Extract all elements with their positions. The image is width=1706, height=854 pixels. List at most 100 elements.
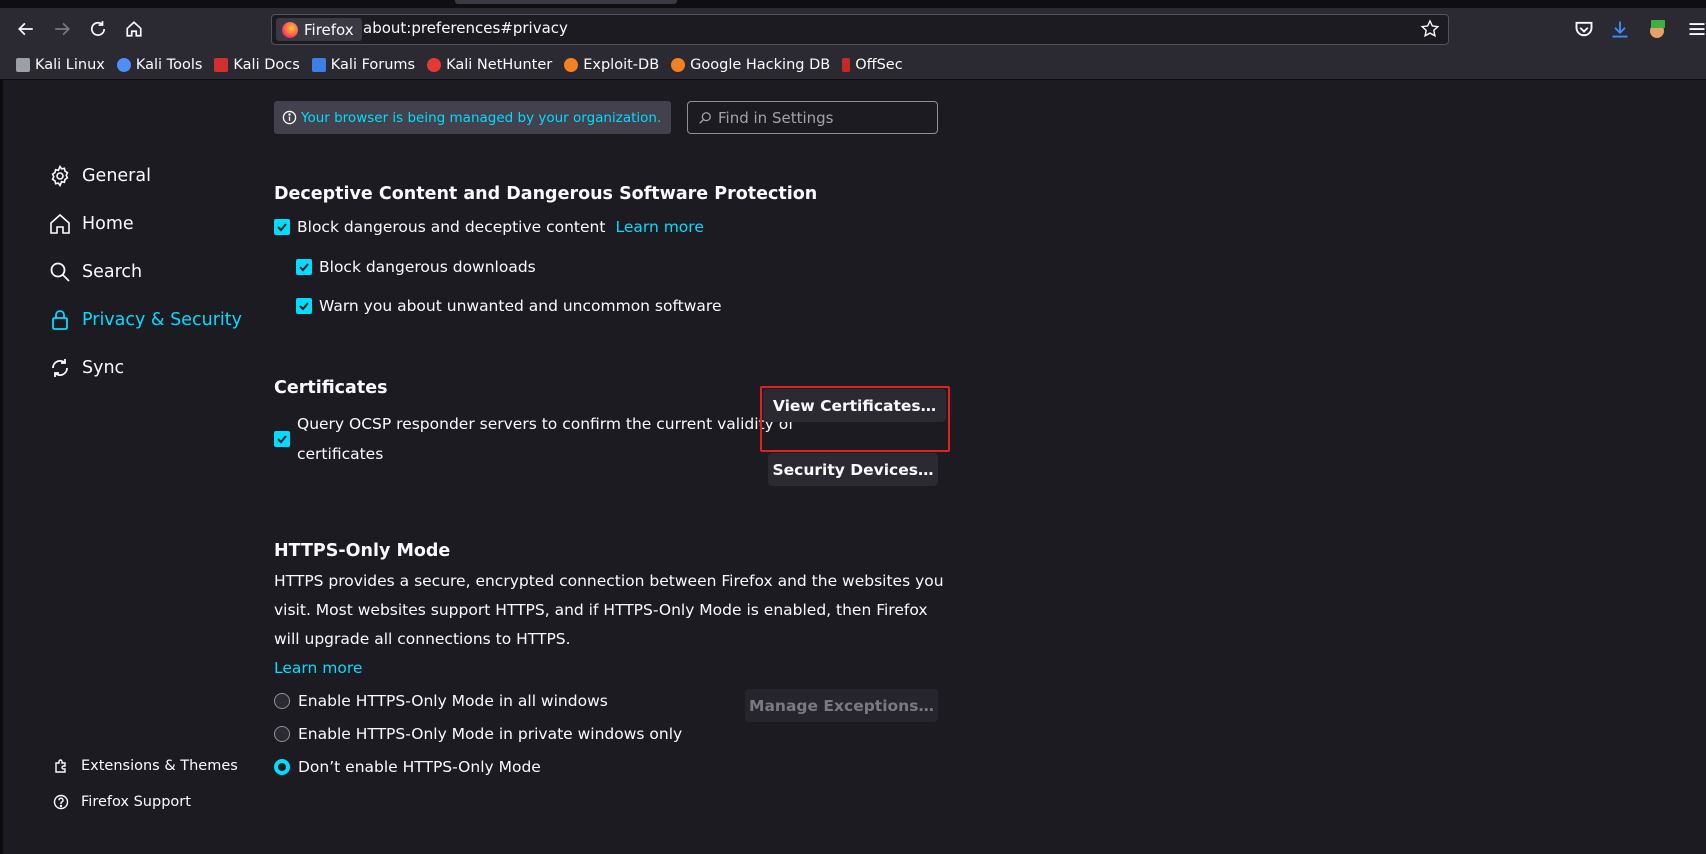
- url-bar[interactable]: Firefox about:preferences#privacy: [271, 14, 1449, 45]
- checkbox-label: Warn you about unwanted and uncommon sof…: [319, 297, 722, 315]
- bookmark-label: Kali Docs: [233, 56, 300, 73]
- warn-unwanted-software-checkbox[interactable]: Warn you about unwanted and uncommon sof…: [296, 297, 722, 315]
- bookmark-google-hacking-db[interactable]: Google Hacking DB: [671, 57, 830, 73]
- kali-forums-icon: [311, 57, 326, 72]
- bookmark-label: Google Hacking DB: [690, 56, 831, 73]
- checkbox-label: Block dangerous and deceptive content: [297, 218, 606, 236]
- dont-enable-https-only-radio[interactable]: Don’t enable HTTPS-Only Mode: [274, 758, 541, 776]
- category-privacy-security[interactable]: Privacy & Security: [48, 308, 242, 332]
- checkbox-checked-icon[interactable]: [274, 219, 290, 235]
- kali-docs-icon: [214, 57, 229, 72]
- https-only-description: HTTPS provides a secure, encrypted conne…: [274, 572, 944, 648]
- block-dangerous-downloads-checkbox[interactable]: Block dangerous downloads: [296, 258, 536, 276]
- managed-notice[interactable]: Your browser is being managed by your or…: [274, 101, 671, 134]
- search-icon: [699, 111, 711, 124]
- bookmark-kali-docs[interactable]: Kali Docs: [214, 56, 300, 73]
- bookmark-exploit-db[interactable]: Exploit-DB: [564, 57, 659, 73]
- home-icon: [50, 213, 70, 234]
- active-tab-indicator[interactable]: [455, 0, 677, 4]
- home-icon: [126, 21, 142, 37]
- managed-notice-text: Your browser is being managed by your or…: [301, 109, 662, 126]
- search-icon: [50, 262, 70, 282]
- firefox-support-label: Firefox Support: [81, 794, 191, 810]
- block-deceptive-content-checkbox[interactable]: Block dangerous and deceptive content Le…: [274, 218, 704, 236]
- extensions-themes-link[interactable]: Extensions & Themes: [53, 758, 238, 774]
- offsec-icon: [842, 57, 851, 72]
- download-icon: [1612, 21, 1628, 38]
- category-general[interactable]: General: [48, 164, 151, 188]
- forward-button[interactable]: [50, 17, 74, 41]
- bookmark-kali-tools[interactable]: Kali Tools: [116, 56, 203, 73]
- highlight-box: [760, 386, 950, 452]
- query-ocsp-checkbox[interactable]: Query OCSP responder servers to confirm …: [274, 409, 794, 469]
- radio-unselected-icon[interactable]: [274, 726, 290, 742]
- nethunter-icon: [427, 57, 442, 72]
- downloads-button[interactable]: [1610, 19, 1630, 39]
- bookmark-label: Kali Forums: [330, 56, 416, 73]
- category-label: Search: [82, 262, 143, 282]
- category-sync[interactable]: Sync: [48, 356, 124, 380]
- info-icon: [282, 110, 297, 125]
- back-arrow-icon: [18, 22, 33, 36]
- bookmark-label: Kali Tools: [135, 56, 203, 73]
- gear-icon: [51, 164, 69, 188]
- checkbox-label: Block dangerous downloads: [319, 258, 536, 276]
- deceptive-content-heading: Deceptive Content and Dangerous Software…: [274, 184, 818, 204]
- certificates-heading: Certificates: [274, 378, 388, 398]
- extension-button[interactable]: [1647, 19, 1667, 39]
- extensions-themes-label: Extensions & Themes: [81, 758, 238, 774]
- bookmark-kali-forums[interactable]: Kali Forums: [311, 56, 416, 73]
- bookmark-offsec[interactable]: OffSec: [842, 57, 903, 73]
- app-menu-button[interactable]: [1687, 19, 1706, 39]
- checkbox-checked-icon[interactable]: [296, 259, 312, 275]
- firefox-logo-icon: [282, 21, 298, 38]
- manage-exceptions-button[interactable]: Manage Exceptions…: [745, 689, 938, 722]
- reload-icon: [90, 21, 106, 36]
- tab-strip: [0, 0, 1706, 8]
- category-search[interactable]: Search: [48, 260, 142, 284]
- identity-box[interactable]: Firefox: [276, 18, 362, 41]
- pocket-button[interactable]: [1574, 19, 1594, 39]
- checkbox-checked-icon[interactable]: [274, 431, 290, 447]
- forward-arrow-icon: [55, 22, 70, 36]
- navigation-toolbar: Firefox about:preferences#privacy: [0, 8, 1706, 50]
- extension-badge-icon: [1650, 20, 1665, 38]
- kali-tools-icon: [116, 57, 131, 72]
- sync-icon: [52, 359, 68, 377]
- exploit-db-icon: [564, 57, 579, 72]
- pocket-icon: [1575, 21, 1593, 37]
- category-label: Privacy & Security: [82, 310, 242, 330]
- settings-search-input[interactable]: Find in Settings: [687, 101, 938, 134]
- bookmark-kali-nethunter[interactable]: Kali NetHunter: [427, 57, 552, 73]
- https-learn-more-link[interactable]: Learn more: [274, 659, 362, 677]
- bookmarks-toolbar: Kali Linux Kali Tools Kali Docs Kali For…: [0, 50, 1706, 80]
- security-devices-button[interactable]: Security Devices…: [768, 453, 938, 486]
- category-home[interactable]: Home: [48, 212, 134, 236]
- kali-dragon-icon: [16, 57, 30, 72]
- checkbox-checked-icon[interactable]: [296, 298, 312, 314]
- category-label: Home: [82, 214, 134, 234]
- bookmark-label: Kali NetHunter: [446, 56, 553, 73]
- url-text[interactable]: about:preferences#privacy: [363, 19, 568, 37]
- ocsp-label-line1: Query OCSP responder servers to confirm …: [297, 415, 794, 433]
- bookmark-star-icon[interactable]: [1420, 19, 1440, 39]
- ocsp-label-line2: certificates: [297, 445, 384, 463]
- radio-unselected-icon[interactable]: [274, 693, 290, 709]
- learn-more-link[interactable]: Learn more: [615, 218, 703, 236]
- radio-selected-icon[interactable]: [274, 759, 290, 775]
- reload-button[interactable]: [86, 17, 110, 41]
- identity-label: Firefox: [304, 20, 354, 39]
- https-only-all-windows-radio[interactable]: Enable HTTPS-Only Mode in all windows: [274, 692, 608, 710]
- help-icon: [53, 794, 69, 810]
- ghdb-icon: [671, 57, 686, 72]
- home-button[interactable]: [122, 17, 146, 41]
- bookmark-label: Exploit-DB: [583, 56, 660, 73]
- bookmark-kali-linux[interactable]: Kali Linux: [16, 57, 105, 73]
- back-button[interactable]: [14, 17, 38, 41]
- radio-label: Don’t enable HTTPS-Only Mode: [298, 758, 541, 776]
- radio-label: Enable HTTPS-Only Mode in all windows: [298, 692, 608, 710]
- https-only-private-windows-radio[interactable]: Enable HTTPS-Only Mode in private window…: [274, 725, 682, 743]
- bookmark-label: Kali Linux: [35, 56, 105, 73]
- firefox-support-link[interactable]: Firefox Support: [53, 794, 191, 810]
- category-label: General: [82, 166, 151, 186]
